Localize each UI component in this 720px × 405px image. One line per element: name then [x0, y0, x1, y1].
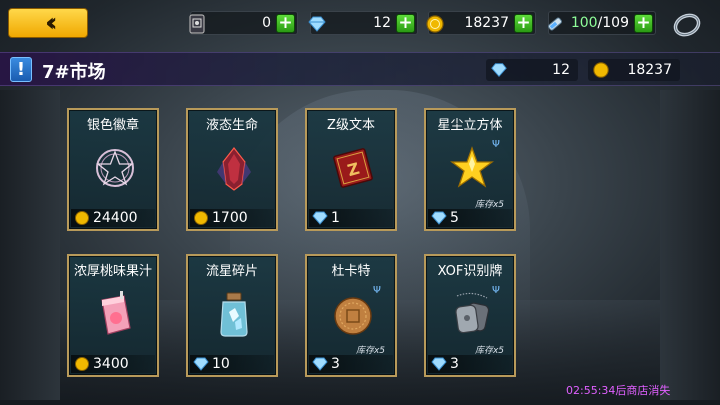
red-crystal-icon — [217, 147, 251, 191]
add-energy-button[interactable]: + — [634, 14, 653, 33]
alert-badge-icon: ! — [10, 57, 32, 82]
pentagram-seal-icon — [96, 149, 134, 187]
shop-item-liquid-life[interactable]: 液态生命 1700 — [186, 108, 278, 231]
item-price: 1 — [309, 209, 393, 227]
add-gold-button[interactable]: + — [514, 14, 533, 33]
gold-coin-icon — [593, 62, 609, 78]
item-price-value: 10 — [212, 356, 230, 372]
energy-resource: 100/109 + — [548, 11, 656, 35]
crystal-jar-icon — [220, 292, 248, 337]
item-name: 液态生命 — [205, 118, 258, 133]
gold-coin-icon — [75, 211, 89, 225]
shop-gold-balance: 18237 — [588, 59, 680, 81]
background-shelf-right — [660, 90, 720, 400]
shop-gold-count: 18237 — [627, 62, 672, 78]
diamond-icon — [431, 357, 447, 371]
item-price-value: 5 — [450, 210, 459, 226]
ring-menu-icon[interactable] — [672, 9, 702, 39]
item-name: 流星碎片 — [205, 264, 258, 279]
back-arrow-icon: ‹‹ — [45, 8, 59, 38]
shop-expiry-timer: 02:55:34后商店消失 — [566, 384, 671, 397]
item-price: 10 — [190, 355, 274, 373]
gold-coin-icon — [75, 357, 89, 371]
add-ticket-button[interactable]: + — [276, 14, 295, 33]
dog-tag-icon — [455, 292, 490, 334]
diamond-resource: 12 + — [308, 11, 418, 35]
shop-diamond-balance: 12 — [486, 59, 578, 81]
diamond-icon — [308, 16, 326, 32]
energy-current: 100 — [570, 15, 598, 31]
item-price-value: 3 — [450, 356, 459, 372]
item-name: XOF识别牌 — [437, 264, 503, 279]
ticket-count: 0 — [262, 15, 271, 31]
diamond-icon — [312, 211, 328, 225]
ticket-resource: 0 + — [189, 11, 298, 35]
gold-coin-icon — [426, 15, 444, 33]
item-price: 3400 — [71, 355, 155, 373]
item-price: 1700 — [190, 209, 274, 227]
diamond-icon — [491, 63, 507, 77]
diamond-count: 12 — [373, 15, 391, 31]
juice-box-icon — [101, 291, 131, 335]
shop-item-xof-tag[interactable]: XOF识别牌 Ψ 库存x5 3 — [424, 254, 516, 377]
item-price-value: 1 — [331, 210, 340, 226]
ticket-icon — [189, 14, 205, 34]
item-price: 24400 — [71, 209, 155, 227]
diamond-icon — [431, 211, 447, 225]
gold-star-icon — [450, 146, 494, 188]
add-diamond-button[interactable]: + — [396, 14, 415, 33]
diamond-icon — [193, 357, 209, 371]
item-price: 3 — [428, 355, 512, 373]
red-book-icon: Z — [333, 148, 373, 188]
back-button[interactable]: ‹‹ — [8, 8, 88, 38]
gold-coin-icon — [194, 211, 208, 225]
shop-item-peach-juice[interactable]: 浓厚桃味果汁 3400 — [67, 254, 159, 377]
bronze-coin-icon — [334, 297, 372, 335]
shop-diamond-count: 12 — [552, 62, 570, 78]
item-price: 5 — [428, 209, 512, 227]
item-name: 星尘立方体 — [437, 118, 503, 133]
gold-count: 18237 — [464, 15, 509, 31]
shop-item-meteor-fragment[interactable]: 流星碎片 10 — [186, 254, 278, 377]
diamond-icon — [312, 357, 328, 371]
gold-resource: 18237 + — [426, 11, 536, 35]
shop-title: 7#市场 — [42, 62, 106, 83]
item-name: 银色徽章 — [86, 118, 139, 133]
item-price-value: 1700 — [212, 210, 248, 226]
item-price-value: 24400 — [93, 210, 138, 226]
shop-item-ducat[interactable]: 杜卡特 Ψ 库存x5 3 — [305, 254, 397, 377]
item-price-value: 3400 — [93, 356, 129, 372]
item-name: 杜卡特 — [331, 264, 371, 279]
energy-max: /109 — [597, 15, 629, 31]
item-name: 浓厚桃味果汁 — [73, 264, 152, 279]
item-price-value: 3 — [331, 356, 340, 372]
shop-item-silver-badge[interactable]: 银色徽章 24400 — [67, 108, 159, 231]
item-name: Z级文本 — [327, 118, 375, 133]
item-price: 3 — [309, 355, 393, 373]
battery-icon — [548, 17, 562, 31]
shop-item-stardust-cube[interactable]: 星尘立方体 Ψ 库存x5 5 — [424, 108, 516, 231]
background-shelf-left — [0, 90, 60, 400]
shop-item-z-text[interactable]: Z级文本 Z 1 — [305, 108, 397, 231]
